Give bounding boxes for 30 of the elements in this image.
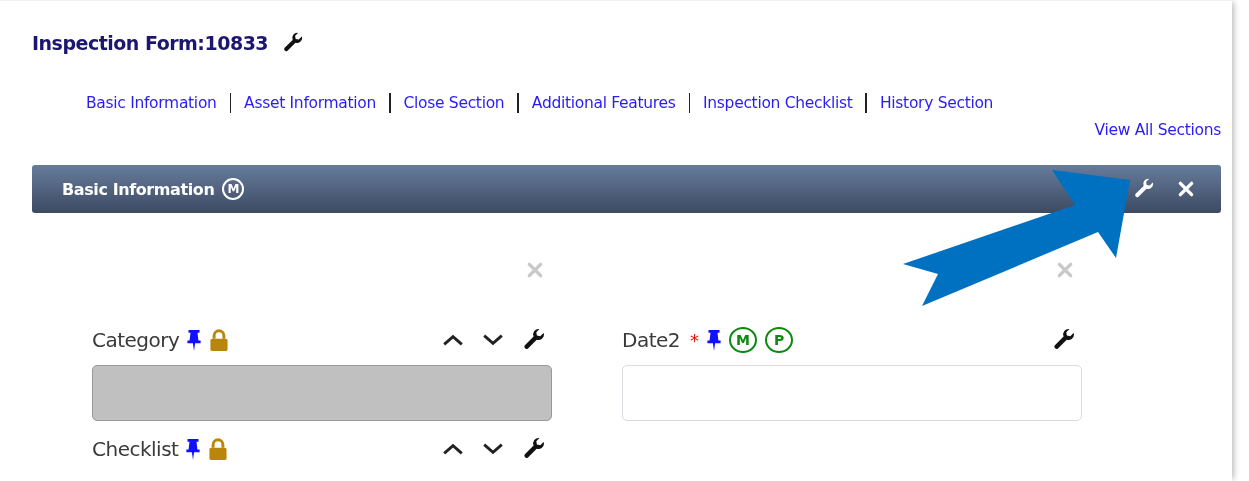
- section-link[interactable]: Additional Features: [531, 94, 676, 112]
- section-link[interactable]: Basic Information: [86, 94, 217, 112]
- wrench-icon[interactable]: [522, 328, 546, 352]
- section-link[interactable]: Inspection Checklist: [703, 94, 853, 112]
- padlock-icon: [209, 329, 230, 351]
- field-label: Checklist: [92, 437, 179, 461]
- view-all-sections-link[interactable]: View All Sections: [1094, 121, 1221, 139]
- pushpin-icon[interactable]: [707, 329, 722, 351]
- badge-icon: P: [765, 327, 794, 353]
- wrench-icon[interactable]: [1133, 178, 1155, 200]
- wrench-icon[interactable]: [522, 437, 546, 461]
- chevron-up-icon[interactable]: [442, 333, 464, 347]
- wrench-icon[interactable]: [282, 32, 305, 54]
- pushpin-icon[interactable]: [187, 329, 202, 351]
- form-title: Inspection Form:10833: [32, 32, 269, 54]
- section-title: Basic Information: [62, 179, 215, 199]
- required-mark: *: [690, 329, 700, 351]
- badge-icon: M: [729, 327, 758, 353]
- chevron-up-icon[interactable]: [442, 442, 464, 456]
- field-label: Category: [92, 328, 180, 352]
- section-link[interactable]: History Section: [880, 94, 994, 112]
- chevron-down-icon[interactable]: [482, 442, 504, 456]
- section-link[interactable]: Close Section: [403, 94, 505, 112]
- pushpin-icon[interactable]: [186, 438, 201, 460]
- wrench-icon[interactable]: [1052, 328, 1076, 352]
- section-link[interactable]: Asset Information: [244, 94, 376, 112]
- field-label: Date2: [622, 328, 681, 352]
- chevron-down-icon[interactable]: [482, 333, 504, 347]
- badge-icon: M: [222, 178, 245, 200]
- padlock-icon: [208, 438, 229, 460]
